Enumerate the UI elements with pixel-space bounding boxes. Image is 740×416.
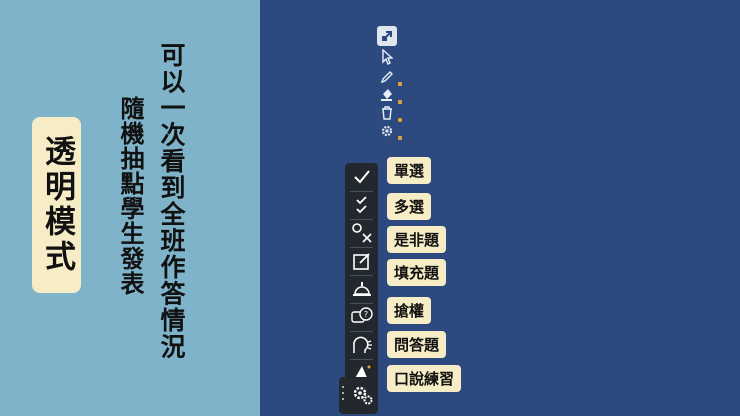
svg-text:?: ? (363, 310, 367, 319)
badge-text: 透明模式 (39, 135, 75, 275)
gears-icon[interactable] (349, 383, 376, 407)
trash-icon[interactable] (377, 104, 402, 122)
fill-blank-icon[interactable] (348, 249, 375, 273)
fill-icon[interactable] (377, 86, 402, 104)
label-buzzer: 搶權 (387, 297, 432, 324)
question-answer-icon[interactable]: ? (348, 305, 375, 329)
transparent-mode-badge: 透明模式 (32, 117, 81, 293)
label-fill-blank: 填充題 (387, 259, 447, 286)
drag-handle[interactable] (342, 386, 345, 404)
settings-box (339, 377, 378, 414)
right-panel (260, 0, 740, 416)
label-true-false: 是非題 (387, 226, 447, 253)
quiz-toolbar: ? (345, 163, 378, 393)
heading-line-1: 可以一次看到全班作答情況 (157, 42, 186, 360)
speaking-icon[interactable] (348, 333, 375, 357)
settings-icon[interactable] (377, 122, 402, 140)
label-single-choice: 單選 (387, 157, 432, 184)
true-false-icon[interactable] (348, 221, 375, 245)
pointer-icon[interactable] (377, 48, 397, 66)
heading-line-2: 隨機抽點學生發表 (116, 96, 144, 296)
single-check-icon[interactable] (348, 165, 375, 189)
left-panel: 透明模式 可以一次看到全班作答情況 隨機抽點學生發表 (0, 0, 260, 416)
double-check-icon[interactable] (348, 193, 375, 217)
label-speaking: 口說練習 (387, 365, 462, 392)
pen-icon[interactable] (377, 68, 402, 86)
buzzer-icon[interactable] (348, 277, 375, 301)
collapse-icon[interactable] (377, 26, 397, 46)
label-question-answer: 問答題 (387, 331, 447, 358)
label-multiple-choice: 多選 (387, 193, 432, 220)
